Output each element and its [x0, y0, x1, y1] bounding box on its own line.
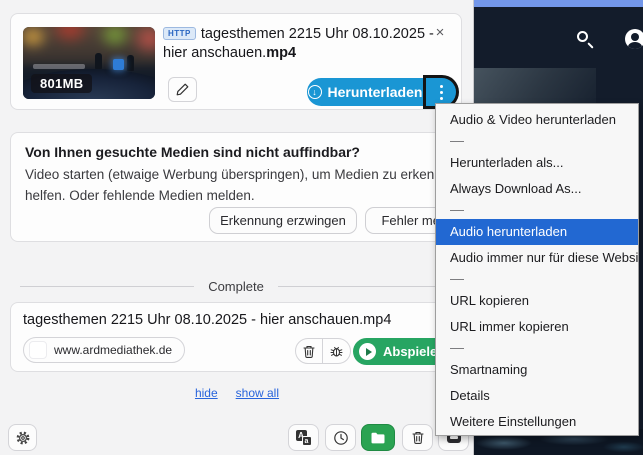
notice-heading: Von Ihnen gesuchte Medien sind nicht auf…: [25, 144, 360, 160]
menu-item-smartnaming[interactable]: Smartnaming: [436, 357, 638, 383]
translate-button[interactable]: Aa: [288, 424, 319, 451]
list-links: hide show all: [0, 386, 474, 400]
force-detection-button[interactable]: Erkennung erzwingen: [209, 207, 357, 234]
completed-item-title: tagesthemen 2215 Uhr 08.10.2025 - hier a…: [23, 312, 392, 328]
hide-link[interactable]: hide: [195, 386, 218, 400]
history-button[interactable]: [325, 424, 356, 451]
menu-item-always-copy-url[interactable]: URL immer kopieren: [436, 314, 638, 340]
video-thumbnail: 801MB: [23, 27, 155, 99]
menu-item-more-settings[interactable]: Weitere Einstellungen: [436, 409, 638, 435]
search-icon[interactable]: [576, 30, 596, 50]
file-size-badge: 801MB: [31, 74, 93, 93]
media-title: HTTP tagesthemen 2215 Uhr 08.10.2025 - hi…: [163, 26, 434, 61]
translate-icon: Aa: [295, 429, 312, 446]
menu-separator: [436, 271, 638, 288]
completed-item-card: tagesthemen 2215 Uhr 08.10.2025 - hier a…: [10, 302, 462, 372]
menu-item-details[interactable]: Details: [436, 383, 638, 409]
settings-button[interactable]: [8, 424, 37, 451]
rename-button[interactable]: [168, 77, 197, 102]
menu-item-audio-video-download[interactable]: Audio & Video herunterladen: [436, 107, 638, 133]
site-video-thumbnail: [474, 68, 596, 104]
http-badge: HTTP: [163, 27, 196, 40]
clear-all-button[interactable]: [402, 424, 433, 451]
menu-item-audio-only-site[interactable]: Audio immer nur für diese Website: [436, 245, 638, 271]
site-top-strip: [474, 0, 643, 7]
screen: 801MB HTTP tagesthemen 2215 Uhr 08.10.202…: [0, 0, 643, 455]
delete-item-button[interactable]: [295, 338, 323, 364]
clock-icon: [333, 430, 349, 446]
site-favicon: [29, 341, 47, 359]
notice-card: Von Ihnen gesuchte Medien sind nicht auf…: [10, 132, 462, 242]
context-menu: Audio & Video herunterladen Herunterlade…: [435, 103, 639, 436]
trash-icon: [302, 344, 316, 359]
source-domain-pill[interactable]: www.ardmediathek.de: [23, 337, 186, 363]
debug-item-button[interactable]: [323, 338, 351, 364]
bug-icon: [329, 344, 344, 359]
item-actions-group: [295, 338, 351, 364]
pencil-icon: [175, 82, 190, 97]
complete-divider: Complete: [0, 278, 474, 294]
kebab-menu-icon: [439, 84, 443, 100]
download-arrow-icon: ↓: [307, 85, 322, 99]
channel-logo: [113, 59, 124, 70]
source-domain: www.ardmediathek.de: [54, 343, 173, 357]
gear-icon: [15, 430, 31, 446]
notice-body-line2: helfen. Oder fehlende Medien melden.: [25, 188, 255, 203]
notice-body-line1: Video starten (etwaige Werbung übersprin…: [25, 167, 457, 182]
extension-popup: 801MB HTTP tagesthemen 2215 Uhr 08.10.202…: [0, 0, 474, 455]
open-folder-button[interactable]: [361, 424, 395, 451]
show-all-link[interactable]: show all: [236, 386, 279, 400]
file-extension: mp4: [266, 45, 297, 61]
menu-item-copy-url[interactable]: URL kopieren: [436, 288, 638, 314]
menu-separator: [436, 133, 638, 150]
menu-item-download-as[interactable]: Herunterladen als...: [436, 150, 638, 176]
media-card: 801MB HTTP tagesthemen 2215 Uhr 08.10.202…: [10, 13, 462, 110]
complete-label: Complete: [208, 278, 264, 294]
play-icon: [359, 343, 376, 360]
folder-icon: [370, 431, 386, 445]
trash-icon: [411, 430, 425, 445]
profile-icon[interactable]: [625, 29, 643, 49]
menu-separator: [436, 340, 638, 357]
menu-separator: [436, 202, 638, 219]
menu-item-audio-download[interactable]: Audio herunterladen: [436, 219, 638, 245]
download-button[interactable]: ↓ Herunterladen: [307, 78, 423, 106]
menu-item-always-download-as[interactable]: Always Download As...: [436, 176, 638, 202]
close-icon[interactable]: ×: [431, 24, 449, 42]
